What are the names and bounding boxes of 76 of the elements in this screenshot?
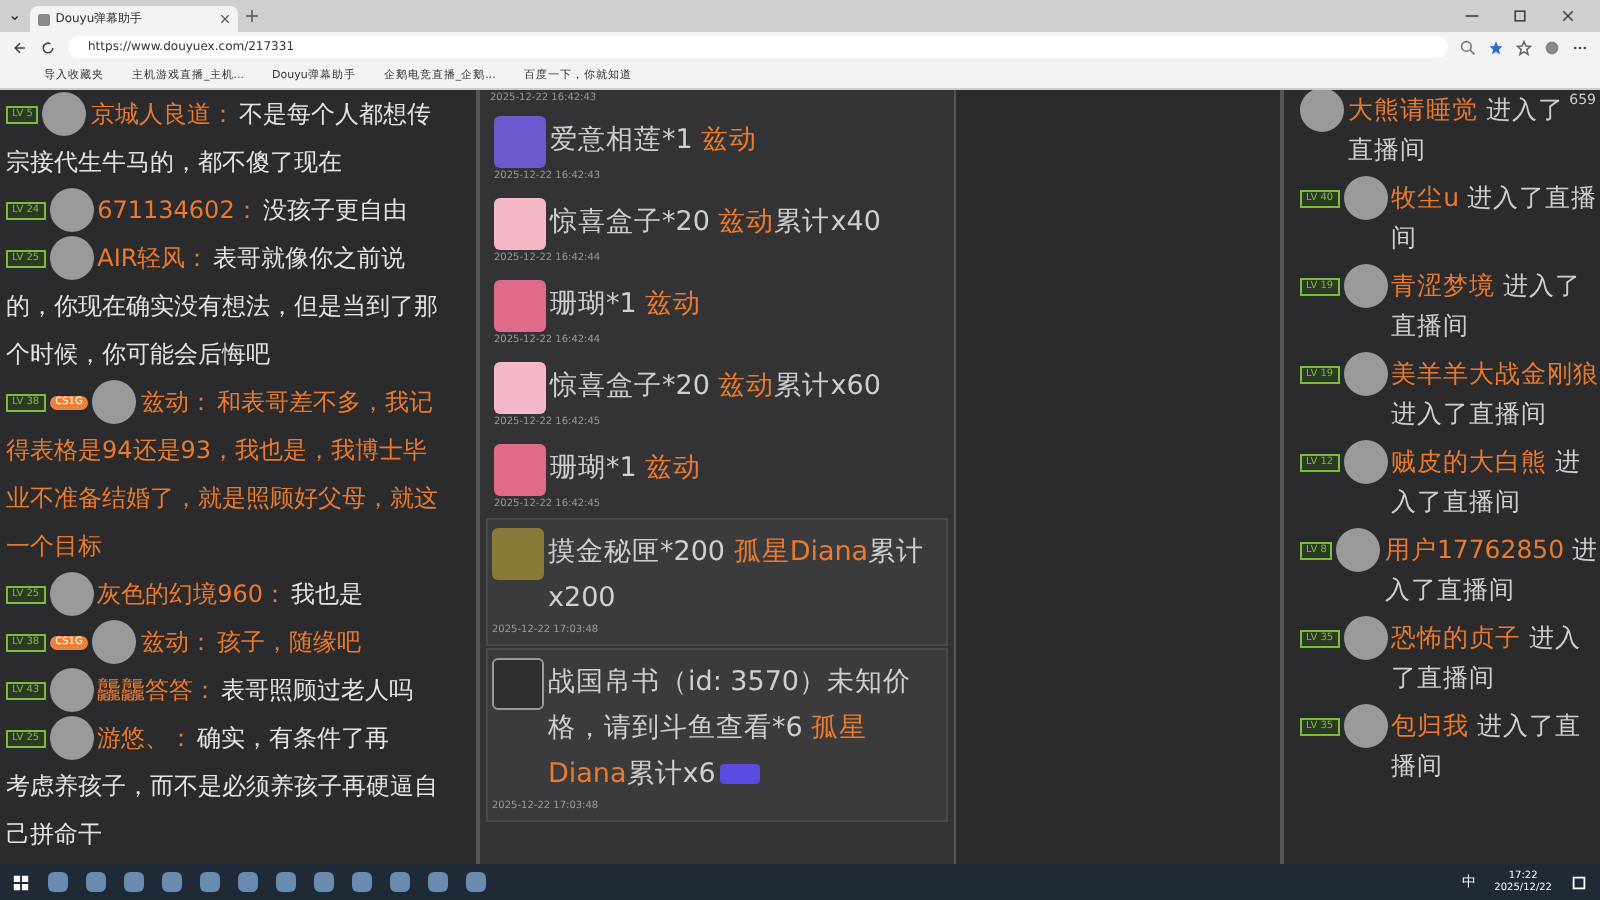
message-line: 表哥照顾过老人吗 bbox=[221, 674, 414, 708]
message-line: 表哥就像你之前说 bbox=[213, 242, 406, 276]
tab-list-button[interactable]: ⌄ bbox=[8, 6, 22, 26]
message-line: 个时候，你可能会后悔吧 bbox=[6, 338, 272, 372]
avatar-icon bbox=[49, 572, 94, 616]
windows-start-icon[interactable] bbox=[12, 873, 30, 891]
close-icon[interactable] bbox=[1560, 8, 1576, 24]
new-tab-icon[interactable] bbox=[245, 10, 258, 22]
gift-message: 战国帛书（id: 3570）未知价格，请到斗鱼查看*6 孤星Diana累计x6 bbox=[548, 664, 914, 794]
gift-icon bbox=[494, 198, 546, 250]
avatar-icon bbox=[1343, 264, 1388, 308]
avatar-icon bbox=[1343, 704, 1388, 748]
message-line: 业不准备结婚了，就是照顾好父母，就这 bbox=[6, 482, 440, 516]
gift-icon bbox=[494, 362, 546, 414]
message-line: 己拼命干 bbox=[6, 818, 104, 852]
message-line: 的，你现在确实没有想法，但是当到了那 bbox=[6, 290, 440, 324]
message-line: 考虑养孩子，而不是必须养孩子再硬逼自 bbox=[6, 770, 440, 804]
message-line: 没孩子更自由 bbox=[262, 194, 407, 228]
avatar-icon bbox=[1343, 616, 1388, 660]
avatar-icon bbox=[49, 716, 94, 760]
star-icon[interactable] bbox=[1488, 39, 1504, 55]
entry-message: 贼皮的大白熊 进入了直播间 bbox=[1391, 444, 1584, 520]
user-name: 龘龘答答： bbox=[97, 674, 218, 708]
favicon-icon bbox=[37, 13, 50, 25]
profile-icon[interactable] bbox=[1544, 39, 1560, 55]
reload-icon[interactable] bbox=[40, 39, 56, 55]
entry-message: 美羊羊大战金刚狼 进入了直播间 bbox=[1391, 356, 1600, 432]
maximize-icon[interactable] bbox=[1512, 8, 1528, 24]
user-name: 游悠、： bbox=[97, 722, 194, 756]
user-name: AIR轻风： bbox=[97, 242, 210, 276]
gift-icon bbox=[494, 444, 546, 496]
user-name: 671134602： bbox=[97, 194, 259, 228]
avatar-icon bbox=[1343, 440, 1388, 484]
message-line: 和表哥差不多，我记 bbox=[216, 386, 433, 420]
user-name: 京城人良道： bbox=[90, 98, 235, 132]
back-icon[interactable] bbox=[12, 39, 28, 55]
entry-message: 恐怖的贞子 进入了直播间 bbox=[1391, 620, 1584, 696]
avatar-icon bbox=[49, 188, 94, 232]
user-name: 灰色的幻境960： bbox=[97, 578, 288, 612]
message-line: 一个目标 bbox=[6, 530, 104, 564]
entry-message: 用户17762850 进入了直播间 bbox=[1384, 532, 1600, 608]
avatar-icon bbox=[92, 620, 137, 664]
avatar-icon bbox=[49, 668, 94, 712]
entry-message: 牧尘u 进入了直播间 bbox=[1391, 180, 1600, 256]
close-icon[interactable] bbox=[219, 14, 230, 24]
avatar-icon bbox=[1300, 90, 1344, 132]
user-name: 兹动： bbox=[140, 386, 213, 420]
gift-message: 惊喜盒子*20 兹动累计x60 bbox=[550, 368, 881, 406]
gift-icon bbox=[494, 116, 546, 168]
avatar-icon bbox=[92, 380, 137, 424]
gift-message: 惊喜盒子*20 兹动累计x40 bbox=[550, 204, 881, 242]
user-name: 兹动： bbox=[140, 626, 213, 660]
gift-message: 珊瑚*1 兹动 bbox=[550, 450, 702, 488]
message-line: 不是每个人都想传 bbox=[238, 98, 431, 132]
avatar-icon bbox=[42, 92, 87, 136]
avatar-icon bbox=[49, 236, 94, 280]
notification-icon[interactable] bbox=[1570, 873, 1588, 891]
message-line: 我也是 bbox=[291, 578, 364, 612]
gift-icon bbox=[494, 280, 546, 332]
entry-message: 包归我 进入了直播间 bbox=[1391, 708, 1584, 784]
gift-message: 爱意相莲*1 兹动 bbox=[550, 122, 758, 160]
gift-message: 摸金秘匣*200 孤星Diana累计x200 bbox=[548, 534, 927, 618]
entry-message: 青涩梦境 进入了直播间 bbox=[1391, 268, 1584, 344]
gift-message: 珊瑚*1 兹动 bbox=[550, 286, 702, 324]
message-line: 得表格是94还是93，我也是，我博士毕 bbox=[6, 434, 430, 468]
favorites-icon[interactable] bbox=[1516, 39, 1532, 55]
avatar-icon bbox=[1343, 352, 1388, 396]
avatar-icon bbox=[1343, 176, 1388, 220]
avatar-icon bbox=[1336, 528, 1381, 572]
message-line: 宗接代生牛马的，都不傻了现在 bbox=[6, 146, 344, 180]
zoom-icon[interactable] bbox=[1460, 39, 1476, 55]
gift-icon bbox=[492, 528, 544, 580]
message-line: 确实，有条件了再 bbox=[197, 722, 390, 756]
entry-message: 大熊请睡觉 进入了直播间 bbox=[1348, 92, 1564, 168]
message-line: 孩子，随缘吧 bbox=[216, 626, 361, 660]
gift-icon bbox=[492, 658, 544, 710]
